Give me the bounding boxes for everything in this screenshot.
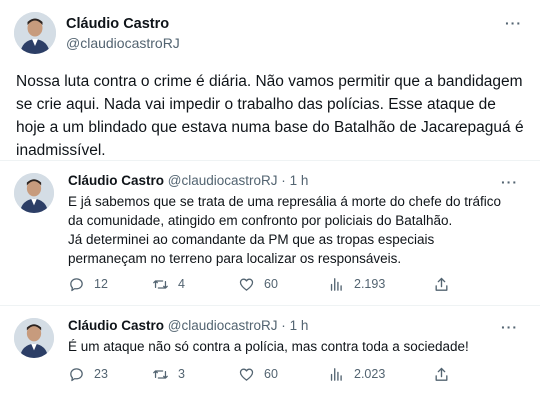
more-horizontal-icon[interactable]: ··· [501, 320, 518, 334]
action-bar: 12 4 60 2.193 [68, 274, 468, 294]
tweet-text-line: permaneçam no terreno para localizar os … [68, 251, 402, 266]
reply-tweet[interactable]: Cláudio Castro @claudiocastroRJ · 1 h ··… [0, 161, 540, 306]
timestamp[interactable]: 1 h [290, 173, 309, 188]
like-count: 60 [264, 367, 278, 381]
retweet-count: 3 [178, 367, 185, 381]
more-horizontal-icon[interactable]: ··· [505, 16, 522, 30]
views-button[interactable]: 2.193 [328, 274, 385, 294]
author-name[interactable]: Cláudio Castro [68, 318, 164, 333]
avatar-image [14, 173, 54, 213]
timestamp[interactable]: 1 h [290, 318, 309, 333]
retweet-button[interactable]: 4 [152, 274, 185, 294]
share-button[interactable] [433, 364, 459, 384]
retweet-count: 4 [178, 277, 185, 291]
reply-icon [70, 367, 83, 381]
like-count: 60 [264, 277, 278, 291]
reply-button[interactable]: 23 [68, 364, 108, 384]
heart-icon [239, 368, 254, 381]
tweet-text: E já sabemos que se trata de uma represá… [68, 192, 528, 268]
tweet-text-line: É um ataque não só contra a polícia, mas… [68, 339, 469, 354]
view-count: 2.193 [354, 277, 386, 291]
like-button[interactable]: 60 [238, 274, 278, 294]
reply-header: Cláudio Castro @claudiocastroRJ · 1 h [68, 318, 308, 333]
avatar[interactable] [14, 318, 54, 358]
tweet-text-line: Já determinei ao comandante da PM que as… [68, 232, 435, 247]
share-icon [435, 367, 448, 381]
avatar[interactable] [14, 12, 56, 54]
author-handle[interactable]: @claudiocastroRJ [168, 318, 278, 333]
views-icon [330, 367, 342, 381]
tweet-text: É um ataque não só contra a polícia, mas… [68, 337, 528, 356]
share-button[interactable] [433, 274, 459, 294]
author-name[interactable]: Cláudio Castro [66, 16, 169, 32]
author-handle[interactable]: @claudiocastroRJ [66, 35, 180, 51]
author-handle[interactable]: @claudiocastroRJ [168, 173, 278, 188]
views-button[interactable]: 2.023 [328, 364, 385, 384]
retweet-icon [153, 369, 168, 379]
action-bar: 23 3 60 2.023 [68, 364, 468, 384]
tweet-text-line: E já sabemos que se trata de uma represá… [68, 194, 501, 209]
retweet-button[interactable]: 3 [152, 364, 185, 384]
avatar[interactable] [14, 173, 54, 213]
author-name[interactable]: Cláudio Castro [68, 173, 164, 188]
reply-tweet[interactable]: Cláudio Castro @claudiocastroRJ · 1 h ··… [0, 306, 540, 400]
tweet-text: Nossa luta contra o crime é diária. Não … [16, 73, 524, 159]
tweet-text-line: da comunidade, atingido em confronto por… [68, 213, 453, 228]
avatar-image [14, 12, 56, 54]
more-horizontal-icon[interactable]: ··· [501, 175, 518, 189]
reply-button[interactable]: 12 [68, 274, 108, 294]
main-tweet: Cláudio Castro @claudiocastroRJ ··· Noss… [0, 0, 540, 161]
view-count: 2.023 [354, 367, 386, 381]
avatar-image [14, 318, 54, 358]
reply-count: 12 [94, 277, 108, 291]
share-icon [435, 277, 448, 291]
reply-icon [70, 277, 83, 291]
like-button[interactable]: 60 [238, 364, 278, 384]
heart-icon [239, 278, 254, 291]
views-icon [330, 277, 342, 291]
separator-dot: · [281, 173, 286, 188]
retweet-icon [153, 279, 168, 289]
reply-count: 23 [94, 367, 108, 381]
reply-header: Cláudio Castro @claudiocastroRJ · 1 h [68, 173, 308, 188]
separator-dot: · [281, 318, 286, 333]
